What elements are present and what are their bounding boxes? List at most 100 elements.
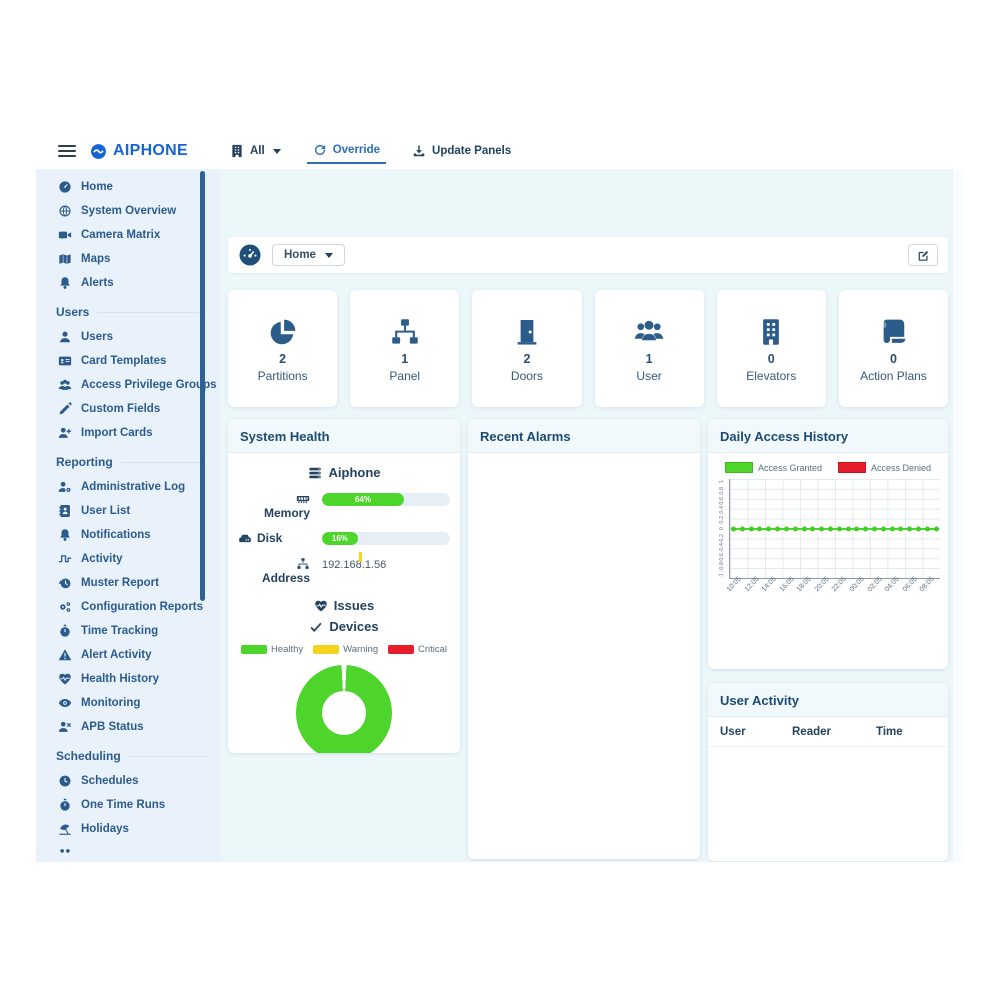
data-point: [916, 526, 921, 531]
bell-icon: [58, 528, 72, 542]
sidebar-item-administrative-log[interactable]: Administrative Log: [36, 475, 220, 499]
top-bar: AIPHONE All Override Update Panels: [36, 133, 963, 169]
stat-card-user[interactable]: 1 User: [595, 290, 704, 407]
data-point: [784, 526, 789, 531]
check-icon: [309, 620, 323, 634]
sidebar-item-label: Camera Matrix: [81, 229, 160, 241]
stat-label: User: [636, 369, 661, 383]
data-point: [907, 526, 912, 531]
sidebar-item-import-cards[interactable]: Import Cards: [36, 421, 220, 445]
sidebar-item-configuration-reports[interactable]: Configuration Reports: [36, 595, 220, 619]
sidebar-item-monitoring[interactable]: Monitoring: [36, 691, 220, 715]
sidebar-item-one-time-runs[interactable]: One Time Runs: [36, 793, 220, 817]
data-point: [828, 526, 833, 531]
map-icon: [58, 252, 72, 266]
sidebar-item-card-templates[interactable]: Card Templates: [36, 349, 220, 373]
stat-card-elevators[interactable]: 0 Elevators: [717, 290, 826, 407]
data-point: [775, 526, 780, 531]
sidebar-item-schedules[interactable]: Schedules: [36, 769, 220, 793]
stat-value: 0: [768, 352, 775, 366]
pie-chart-icon: [268, 315, 298, 347]
sidebar-item-label: Notifications: [81, 529, 151, 541]
memory-progress-fill: 64%: [322, 493, 404, 506]
override-button[interactable]: Override: [307, 139, 386, 164]
stat-card-partitions[interactable]: 2 Partitions: [228, 290, 337, 407]
system-health-panel: System Health Aiphone Memory: [228, 419, 460, 753]
stat-card-action-plans[interactable]: 0 Action Plans: [839, 290, 948, 407]
update-panels-button[interactable]: Update Panels: [412, 144, 511, 158]
door-icon: [512, 315, 542, 347]
sidebar-item-label: Users: [81, 331, 113, 343]
breadcrumb-home-dropdown[interactable]: Home: [272, 244, 345, 266]
main-scrollbar-track[interactable]: [952, 169, 963, 862]
sidebar-item-holidays[interactable]: Holidays: [36, 817, 220, 841]
sidebar-scrollbar[interactable]: [200, 171, 205, 601]
sidebar-item-alerts[interactable]: Alerts: [36, 271, 220, 295]
hamburger-menu-icon[interactable]: [58, 145, 76, 157]
stat-label: Partitions: [258, 369, 308, 383]
user-icon: [58, 330, 72, 344]
disk-label: Disk: [238, 531, 310, 545]
user-group-icon: [58, 378, 72, 392]
data-point: [863, 526, 868, 531]
stat-value: 2: [279, 352, 286, 366]
sidebar-item-activity[interactable]: Activity: [36, 547, 220, 571]
sidebar-item-label: Holidays: [81, 823, 129, 835]
building-icon: [756, 315, 786, 347]
clock-icon: [58, 774, 72, 788]
sidebar-item-system-overview[interactable]: System Overview: [36, 199, 220, 223]
cursor-artifact: [359, 552, 362, 562]
stat-card-panel[interactable]: 1 Panel: [350, 290, 459, 407]
sidebar-item-custom-fields[interactable]: Custom Fields: [36, 397, 220, 421]
toolbar: All Override Update Panels: [230, 139, 511, 164]
override-label: Override: [333, 144, 380, 156]
health-panel-name: Aiphone: [329, 465, 381, 480]
healthy-swatch: [241, 645, 267, 654]
logo-text: AIPHONE: [113, 142, 188, 160]
warning-triangle-icon: [58, 648, 72, 662]
breadcrumb: Home: [228, 237, 948, 273]
sidebar-item-label: User List: [81, 505, 130, 517]
chevron-down-icon: [325, 253, 333, 258]
network-icon: [296, 557, 310, 571]
sidebar-item-user-list[interactable]: User List: [36, 499, 220, 523]
globe-icon: [58, 204, 72, 218]
sidebar-item-muster-report[interactable]: Muster Report: [36, 571, 220, 595]
sidebar-item-users[interactable]: Users: [36, 325, 220, 349]
sidebar-item-camera-matrix[interactable]: Camera Matrix: [36, 223, 220, 247]
aiphone-logo[interactable]: AIPHONE: [90, 142, 188, 160]
sidebar-item-home[interactable]: Home: [36, 175, 220, 199]
sidebar-item-apb-status[interactable]: APB Status: [36, 715, 220, 739]
sidebar-item-access-privilege-groups[interactable]: Access Privilege Groups: [36, 373, 220, 397]
sidebar-section-users: Users: [36, 295, 220, 325]
refresh-icon: [313, 143, 327, 157]
partition-all-dropdown[interactable]: All: [230, 144, 281, 158]
stopwatch-icon: [58, 798, 72, 812]
panel-title: User Activity: [708, 683, 948, 717]
sidebar-item-health-history[interactable]: Health History: [36, 667, 220, 691]
edit-dashboard-button[interactable]: [908, 244, 938, 266]
devices-heading: Devices: [238, 619, 450, 634]
sidebar-item-time-tracking[interactable]: Time Tracking: [36, 619, 220, 643]
aiphone-logo-mark: [90, 143, 107, 160]
memory-progress-bar: 64%: [322, 493, 450, 506]
data-point: [731, 526, 736, 531]
memory-chip-icon: [296, 492, 310, 506]
sidebar-item-notifications[interactable]: Notifications: [36, 523, 220, 547]
download-icon: [412, 144, 426, 158]
sidebar-item-alert-activity[interactable]: Alert Activity: [36, 643, 220, 667]
stopwatch-icon: [58, 624, 72, 638]
sidebar-item-label: Home: [81, 181, 113, 193]
health-panel-name-row: Aiphone: [238, 465, 450, 480]
hard-drive-icon: [238, 532, 252, 546]
sidebar-item-label: Alerts: [81, 277, 114, 289]
x-axis-labels: 10:0512:0514:0516:0518:0520:0522:0500:05…: [729, 582, 940, 612]
data-point: [898, 526, 903, 531]
stat-card-doors[interactable]: 2 Doors: [472, 290, 581, 407]
sidebar-item-maps[interactable]: Maps: [36, 247, 220, 271]
sidebar-item-partial[interactable]: [36, 841, 220, 862]
eye-icon: [58, 696, 72, 710]
data-point: [890, 526, 895, 531]
bell-icon: [58, 276, 72, 290]
user-x-icon: [58, 720, 72, 734]
